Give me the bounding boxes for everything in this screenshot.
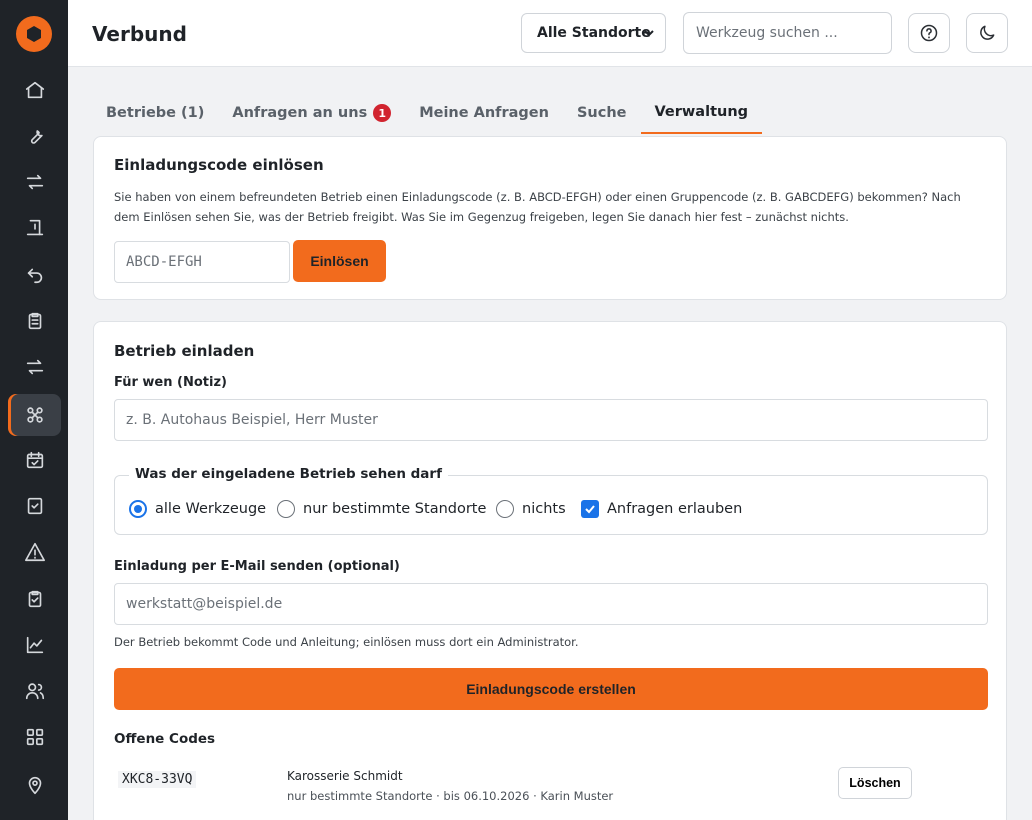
email-input[interactable] (114, 583, 988, 625)
option-allow-requests[interactable]: Anfragen erlauben (581, 500, 742, 518)
nav-users[interactable] (8, 670, 61, 712)
option-label: alle Werkzeuge (155, 501, 267, 517)
check-icon (585, 505, 595, 514)
create-invite-code-button[interactable]: Einladungscode erstellen (114, 668, 988, 710)
redeem-code-card: Einladungscode einlösen Sie haben von ei… (93, 136, 1007, 300)
tab-label: Anfragen an uns (232, 105, 368, 121)
nav-checkout[interactable] (8, 207, 61, 249)
tab-bar: Betriebe (1) Anfragen an uns 1 Meine Anf… (92, 92, 763, 136)
option-label: nur bestimmte Standorte (303, 501, 487, 517)
tab-suche[interactable]: Suche (563, 92, 641, 134)
redeem-description-line1: Sie haben von einem befreundeten Betrieb… (114, 190, 961, 204)
network-icon (26, 407, 43, 423)
redeem-description-line2: dem Einlösen sehen Sie, was der Betrieb … (114, 210, 849, 224)
page-title: Verbund (92, 22, 187, 46)
invite-code: XKC8-33VQ (118, 771, 197, 788)
email-label: Einladung per E-Mail senden (optional) (114, 559, 400, 574)
receipt-icon (26, 219, 43, 236)
nav-home[interactable] (8, 69, 61, 111)
tab-meine-anfragen[interactable]: Meine Anfragen (405, 92, 563, 134)
visibility-fieldset: Was der eingeladene Betrieb sehen darf a… (114, 466, 988, 535)
invite-details: nur bestimmte Standorte · bis 06.10.2026… (287, 789, 614, 803)
users-icon (25, 683, 44, 700)
for-whom-input[interactable] (114, 399, 988, 441)
warning-icon (24, 542, 45, 562)
nav-inspections[interactable] (8, 578, 61, 620)
invite-card: Betrieb einladen Für wen (Notiz) Was der… (93, 321, 1007, 820)
tab-anfragen-an-uns[interactable]: Anfragen an uns 1 (218, 92, 405, 134)
option-all-tools[interactable]: alle Werkzeuge (129, 500, 266, 518)
radio-all-tools[interactable] (129, 500, 147, 518)
help-icon (920, 24, 938, 42)
tab-label: Meine Anfragen (419, 105, 549, 121)
option-label: nichts (522, 501, 566, 517)
nav-network[interactable] (8, 394, 61, 436)
nav-inventory[interactable] (8, 300, 61, 342)
location-select[interactable]: Alle Standorte (521, 13, 666, 53)
chevron-down-icon (644, 30, 654, 37)
count-badge: 1 (373, 104, 392, 122)
calendar-check-icon (26, 451, 43, 469)
location-pin-icon (28, 776, 41, 795)
open-codes-title: Offene Codes (114, 731, 216, 747)
delete-code-button[interactable]: Löschen (838, 767, 912, 799)
email-hint: Der Betrieb bekommt Code und Anleitung; … (114, 635, 579, 649)
nav-tools[interactable] (8, 115, 61, 157)
app-logo[interactable] (16, 16, 52, 52)
chart-icon (26, 636, 43, 654)
invite-recipient: Karosserie Schmidt (287, 769, 403, 783)
nav-warnings[interactable] (8, 531, 61, 573)
nav-exchange[interactable] (8, 346, 61, 388)
top-header: Verbund Alle Standorte (68, 0, 1032, 67)
redeem-button[interactable]: Einlösen (293, 240, 386, 282)
location-select-value: Alle Standorte (537, 25, 651, 41)
nav-calendar[interactable] (8, 439, 61, 481)
radio-nothing[interactable] (496, 500, 514, 518)
undo-icon (27, 268, 42, 284)
for-whom-label: Für wen (Notiz) (114, 375, 227, 390)
redeem-title: Einladungscode einlösen (114, 156, 324, 174)
option-label: Anfragen erlauben (607, 501, 743, 517)
redeem-code-input[interactable] (114, 241, 290, 283)
visibility-legend: Was der eingeladene Betrieb sehen darf (129, 466, 448, 482)
nav-checklist[interactable] (8, 485, 61, 527)
help-button[interactable] (908, 13, 950, 53)
tab-label: Suche (576, 105, 627, 121)
grid-icon (26, 728, 43, 746)
nav-locations[interactable] (8, 764, 61, 806)
home-icon (25, 81, 44, 99)
invite-title: Betrieb einladen (114, 342, 255, 360)
nav-transfers[interactable] (8, 161, 61, 203)
swap-icon (26, 359, 43, 375)
tab-betriebe[interactable]: Betriebe (1) (92, 92, 218, 134)
hexagon-logo-icon (27, 26, 41, 42)
nav-modules[interactable] (8, 716, 61, 758)
theme-toggle-button[interactable] (966, 13, 1008, 53)
moon-icon (980, 25, 995, 40)
option-nothing[interactable]: nichts (496, 500, 566, 518)
sidebar (0, 0, 68, 820)
radio-some-locations[interactable] (277, 500, 295, 518)
tab-label: Verwaltung (654, 104, 749, 120)
nav-returns[interactable] (8, 253, 61, 295)
wrench-icon (30, 130, 43, 144)
allow-requests-checkbox[interactable] (581, 500, 599, 518)
clipboard-check-icon (28, 590, 41, 608)
tab-verwaltung[interactable]: Verwaltung (640, 92, 763, 134)
nav-reports[interactable] (8, 624, 61, 666)
checkbox-icon (27, 497, 42, 515)
tab-label: Betriebe (1) (106, 105, 205, 121)
option-some-locations[interactable]: nur bestimmte Standorte (277, 500, 486, 518)
clipboard-icon (28, 312, 41, 330)
tool-search-input[interactable] (683, 12, 892, 54)
transfer-icon (26, 174, 43, 190)
